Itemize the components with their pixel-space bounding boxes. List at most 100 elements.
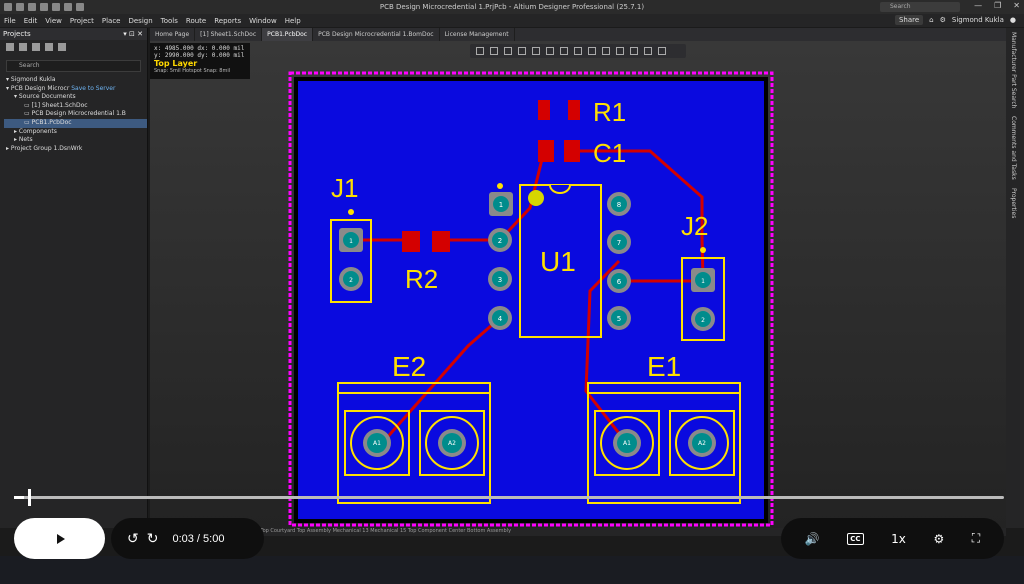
global-search-input[interactable]: Search	[880, 2, 960, 12]
j1-pad-2-label: 2	[349, 277, 353, 284]
settings-icon[interactable]	[58, 43, 66, 51]
text-icon[interactable]	[644, 47, 652, 55]
menu-view[interactable]: View	[41, 17, 66, 25]
close-button[interactable]: ✕	[1013, 1, 1020, 10]
menu-window[interactable]: Window	[245, 17, 281, 25]
projects-search-input[interactable]: Search	[6, 60, 141, 72]
video-progress-fill	[14, 496, 24, 499]
captions-button[interactable]: CC	[847, 532, 864, 545]
play-button[interactable]	[14, 518, 105, 559]
tree-item-user[interactable]: ▾ Sigmond Kukla	[4, 76, 147, 85]
tab-pcb1-pcbdoc[interactable]: PCB1.PcbDoc	[262, 28, 314, 41]
interactive-route-icon[interactable]	[560, 47, 568, 55]
menu-project[interactable]: Project	[66, 17, 98, 25]
open-folder-icon[interactable]	[32, 43, 40, 51]
tree-item-bom[interactable]: ▭ PCB Design Microcredential 1.B	[4, 110, 147, 119]
tab-home-page[interactable]: Home Page	[150, 28, 196, 41]
menu-edit[interactable]: Edit	[20, 17, 42, 25]
video-progress-knob[interactable]	[28, 489, 31, 506]
add-icon[interactable]	[504, 47, 512, 55]
menu-file[interactable]: File	[0, 17, 20, 25]
user-name[interactable]: Sigmond Kukla	[952, 16, 1004, 24]
tree-item-source-documents[interactable]: ▾ Source Documents	[4, 93, 147, 102]
fullscreen-icon[interactable]: ⛶	[972, 531, 980, 546]
u1-pad-7-label: 7	[617, 239, 621, 247]
diff-pair-icon[interactable]	[574, 47, 582, 55]
c1-pad-2	[564, 140, 580, 162]
tree-item-project-group[interactable]: ▸ Project Group 1.DsnWrk	[4, 145, 147, 154]
component-icon[interactable]	[532, 47, 540, 55]
placement-toolbar	[470, 44, 686, 58]
via-icon[interactable]	[588, 47, 596, 55]
home-icon[interactable]: ⌂	[929, 16, 933, 24]
e2-pad-1-label: A1	[373, 440, 381, 447]
snap-info: Snap: 5mil Hotspot Snap: 8mil	[154, 68, 231, 74]
r1-pad-2	[568, 100, 580, 120]
settings-gear-icon[interactable]: ⚙	[933, 532, 944, 546]
j1-label: J1	[331, 173, 358, 203]
save-to-server-link[interactable]: Save to Server	[71, 85, 115, 92]
forward-10-icon[interactable]: ↻	[147, 531, 159, 547]
menu-help[interactable]: Help	[281, 17, 305, 25]
user-avatar-icon[interactable]: ●	[1010, 16, 1016, 24]
properties-tab[interactable]: Properties	[1010, 184, 1017, 222]
close-folder-icon[interactable]	[45, 43, 53, 51]
route-icon[interactable]	[490, 47, 498, 55]
grid-icon[interactable]	[546, 47, 554, 55]
pcb-board-view[interactable]: R1 C1 J1 1 2 R2 U1 1 2 3 4 5 6 7 8 J2 1 …	[150, 41, 1006, 528]
gear-icon[interactable]: ⚙	[940, 16, 946, 24]
tree-item-label: [1] Sheet1.SchDoc	[31, 101, 88, 109]
panel-close-icon[interactable]: ▾ ⊡ ✕	[123, 28, 143, 40]
e1-pad-2-label: A2	[698, 440, 706, 447]
os-taskbar	[0, 556, 1024, 584]
u1-pad-1-label: 1	[499, 201, 503, 209]
u1-pad-8-label: 8	[617, 201, 621, 209]
e2-label: E2	[392, 351, 426, 382]
maximize-button[interactable]: ❐	[994, 1, 1001, 10]
line-icon[interactable]	[658, 47, 666, 55]
menu-place[interactable]: Place	[98, 17, 125, 25]
new-doc-icon[interactable]	[19, 43, 27, 51]
save-project-icon[interactable]	[6, 43, 14, 51]
video-time: 0:03 / 5:00	[172, 532, 225, 545]
share-button[interactable]: Share	[894, 15, 924, 25]
tree-item-schematic[interactable]: ▭ [1] Sheet1.SchDoc	[4, 102, 147, 111]
menu-route[interactable]: Route	[182, 17, 210, 25]
coordinate-readout: x: 4985.000 dx: 0.000 mil y: 2990.000 dy…	[150, 43, 250, 79]
app-window: PCB Design Microcredential 1.PrjPcb - Al…	[0, 0, 1024, 584]
right-panel-strip: Manufacturer Part Search Comments and Ta…	[1006, 28, 1024, 528]
tree-item-components[interactable]: ▸ Components	[4, 128, 147, 137]
chart-icon[interactable]	[630, 47, 638, 55]
j1-pin1-marker	[348, 209, 354, 215]
menu-design[interactable]: Design	[124, 17, 156, 25]
projects-toolbar	[0, 40, 147, 54]
minimize-button[interactable]: —	[974, 1, 982, 10]
tree-item-nets[interactable]: ▸ Nets	[4, 136, 147, 145]
c1-label: C1	[593, 138, 626, 168]
tab-license-management[interactable]: License Management	[440, 28, 515, 41]
filter-icon[interactable]	[476, 47, 484, 55]
rewind-10-icon[interactable]: ↺	[127, 531, 139, 547]
keepout-icon[interactable]	[616, 47, 624, 55]
projects-panel-title: Projects	[3, 30, 31, 38]
tree-item-pcb[interactable]: ▭ PCB1.PcbDoc	[4, 118, 147, 128]
current-layer: Top Layer	[154, 59, 198, 68]
playback-speed-button[interactable]: 1x	[891, 532, 906, 546]
u1-pad-3-label: 3	[498, 276, 502, 284]
document-tabs: Home Page [1] Sheet1.SchDoc PCB1.PcbDoc …	[150, 28, 1006, 41]
manufacturer-part-search-tab[interactable]: Manufacturer Part Search	[1010, 28, 1017, 112]
coord-x: x: 4985.000 dx: 0.000 mil	[154, 45, 245, 52]
video-progress-bar[interactable]	[14, 496, 1004, 499]
tab-bomdoc[interactable]: PCB Design Microcredential 1.BomDoc	[313, 28, 440, 41]
tab-sheet1-schdoc[interactable]: [1] Sheet1.SchDoc	[195, 28, 263, 41]
menu-tools[interactable]: Tools	[157, 17, 182, 25]
comments-tasks-tab[interactable]: Comments and Tasks	[1010, 112, 1017, 184]
u1-pad-5-label: 5	[617, 315, 621, 323]
j2-pad-2-label: 2	[701, 317, 705, 324]
select-rect-icon[interactable]	[518, 47, 526, 55]
menu-reports[interactable]: Reports	[210, 17, 245, 25]
tree-item-project[interactable]: ▾ PCB Design Microcr Save to Server	[4, 85, 147, 94]
tree-item-label: Source Documents	[18, 93, 76, 101]
volume-icon[interactable]: 🔊	[805, 532, 820, 546]
polygon-icon[interactable]	[602, 47, 610, 55]
